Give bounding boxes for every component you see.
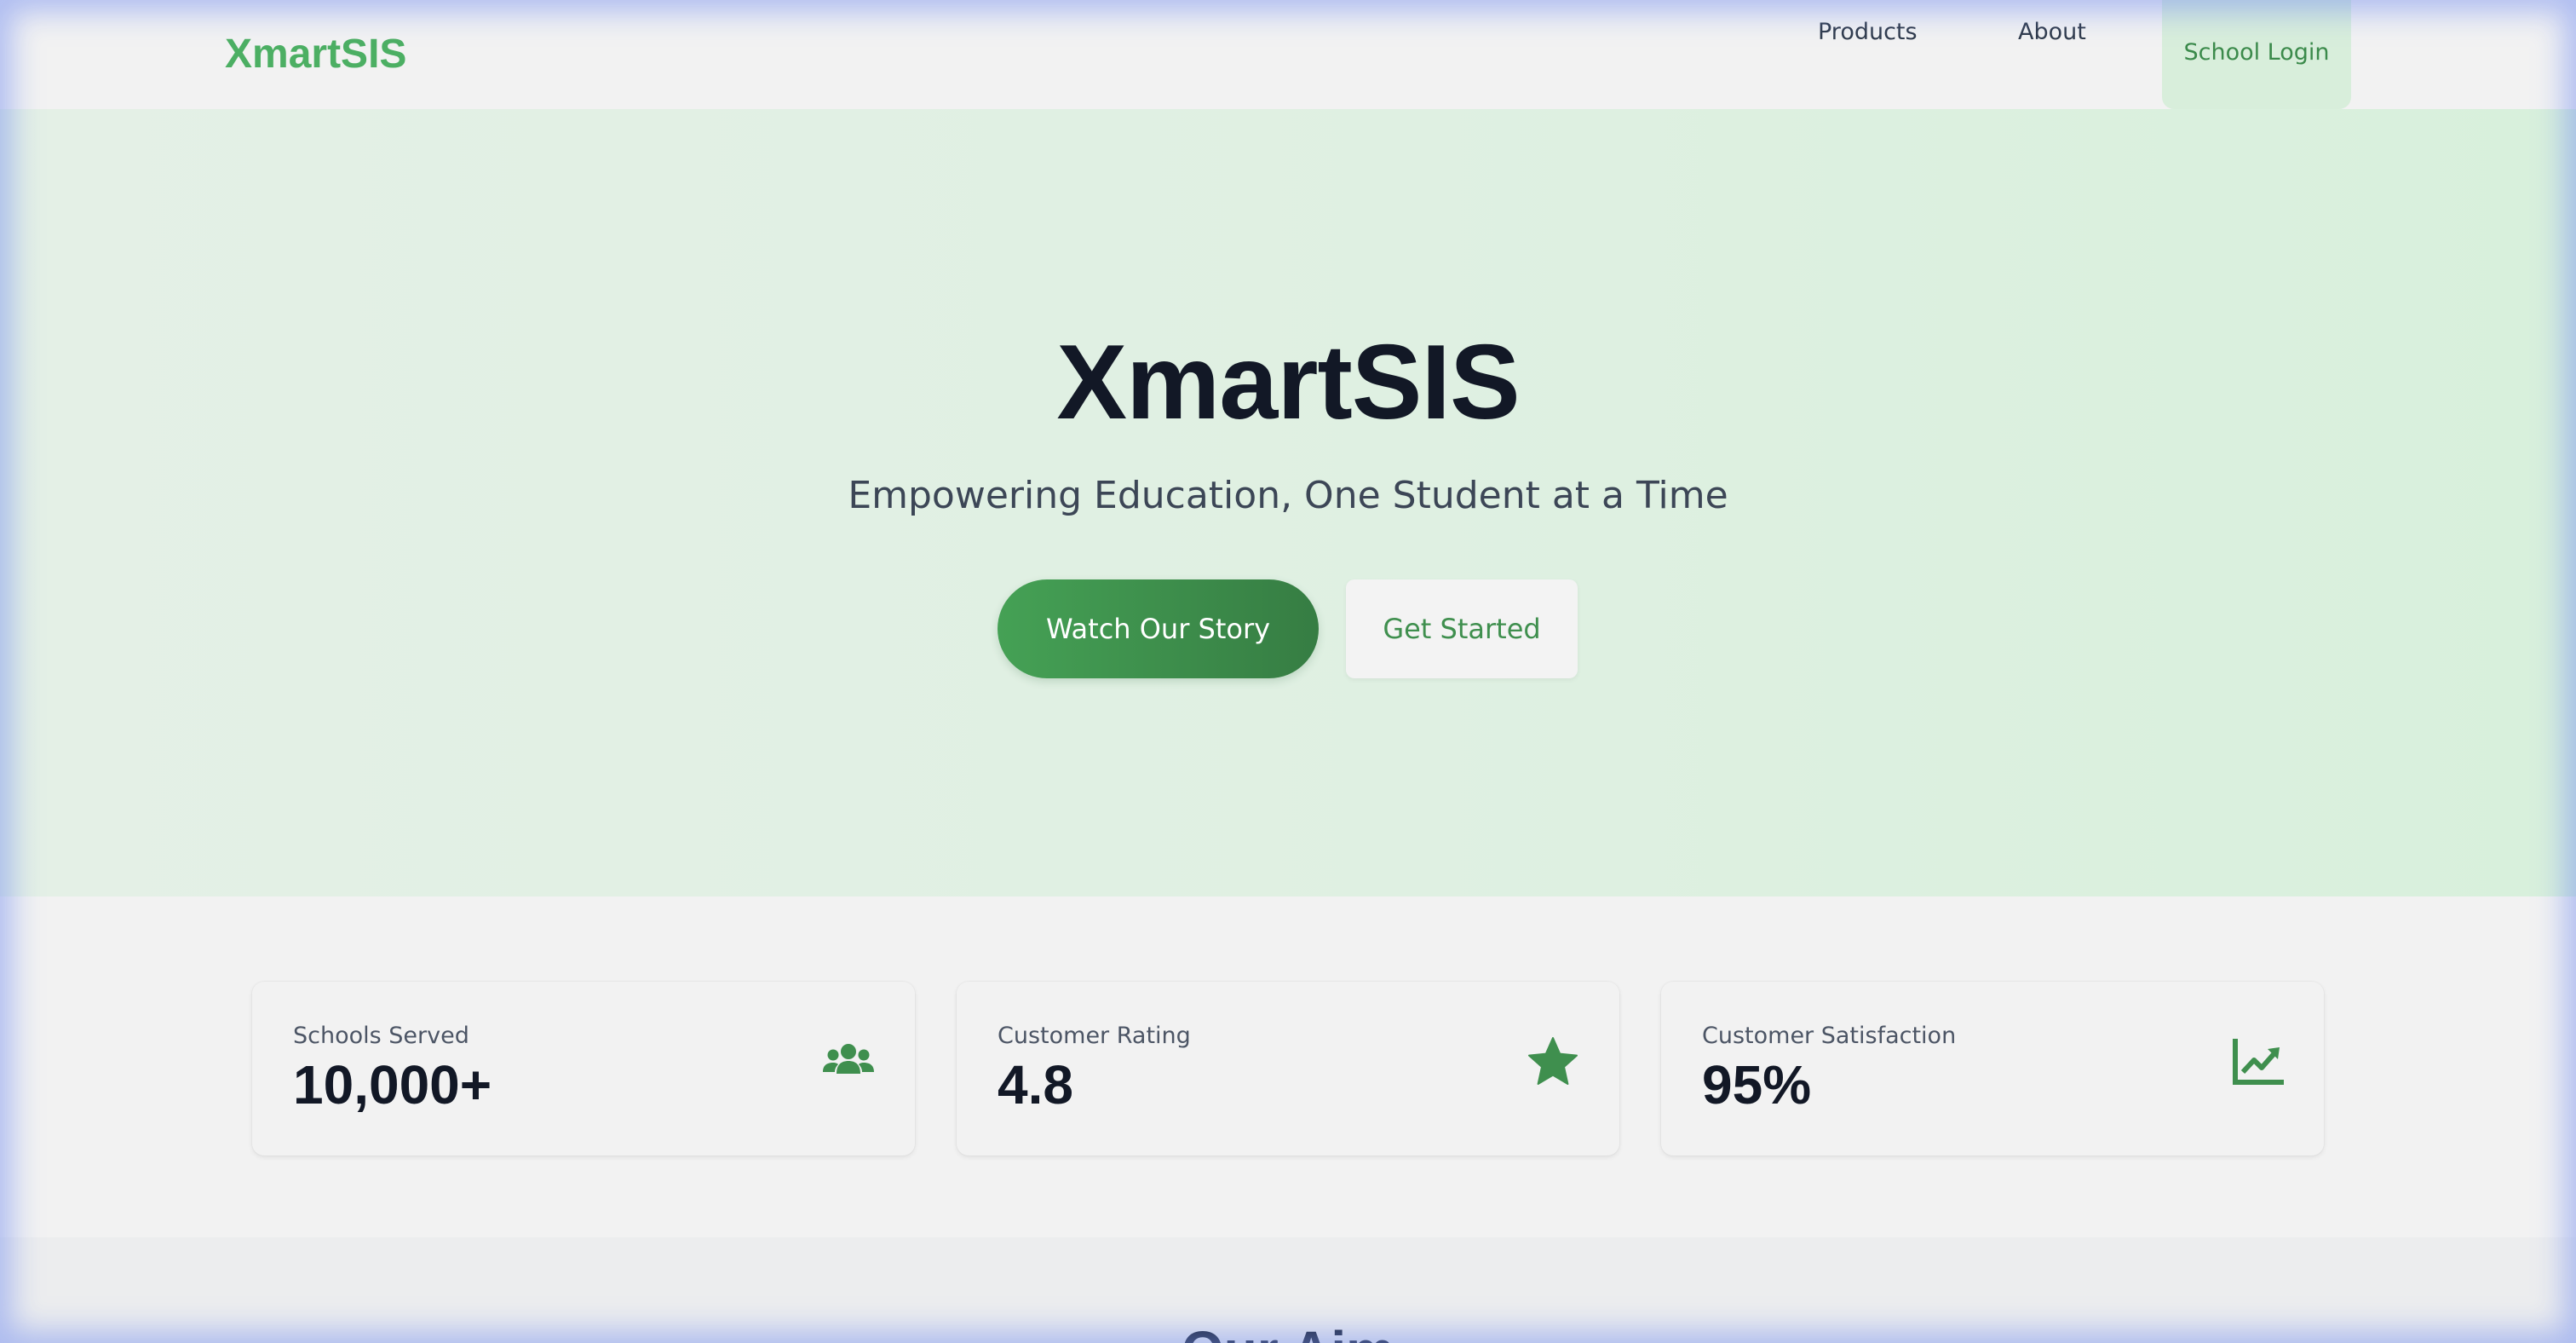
star-icon xyxy=(1528,1037,1578,1085)
users-icon xyxy=(823,1044,874,1074)
chart-line-icon xyxy=(2233,1039,2284,1085)
section-title: Our Aim xyxy=(0,1319,2576,1343)
stat-label: Schools Served xyxy=(293,1023,469,1049)
nav-link-products[interactable]: Products xyxy=(1818,19,1918,45)
stat-card-customer-satisfaction: Customer Satisfaction 95% xyxy=(1661,982,2324,1156)
stat-label: Customer Satisfaction xyxy=(1702,1023,1957,1049)
stat-card-schools-served: Schools Served 10,000+ xyxy=(252,982,915,1156)
navbar: XmartSIS Products About School Login xyxy=(0,0,2576,109)
watch-our-story-button[interactable]: Watch Our Story xyxy=(998,579,1319,678)
stats-section: Schools Served 10,000+ Customer Rating 4… xyxy=(0,896,2576,1237)
nav-link-about[interactable]: About xyxy=(2018,19,2086,45)
stat-value: 10,000+ xyxy=(293,1054,492,1115)
hero-section: XmartSIS Empowering Education, One Stude… xyxy=(0,109,2576,896)
get-started-button[interactable]: Get Started xyxy=(1346,579,1578,678)
brand-logo[interactable]: XmartSIS xyxy=(225,31,406,78)
school-login-button[interactable]: School Login xyxy=(2162,0,2351,109)
hero-title: XmartSIS xyxy=(1056,324,1520,441)
page: XmartSIS Products About School Login Xma… xyxy=(0,0,2576,1343)
stat-card-customer-rating: Customer Rating 4.8 xyxy=(957,982,1619,1156)
stat-label: Customer Rating xyxy=(998,1023,1191,1049)
hero-subtitle: Empowering Education, One Student at a T… xyxy=(848,474,1728,517)
stat-value: 4.8 xyxy=(998,1054,1073,1115)
stat-value: 95% xyxy=(1702,1054,1812,1115)
our-aim-section: Our Aim xyxy=(0,1237,2576,1343)
